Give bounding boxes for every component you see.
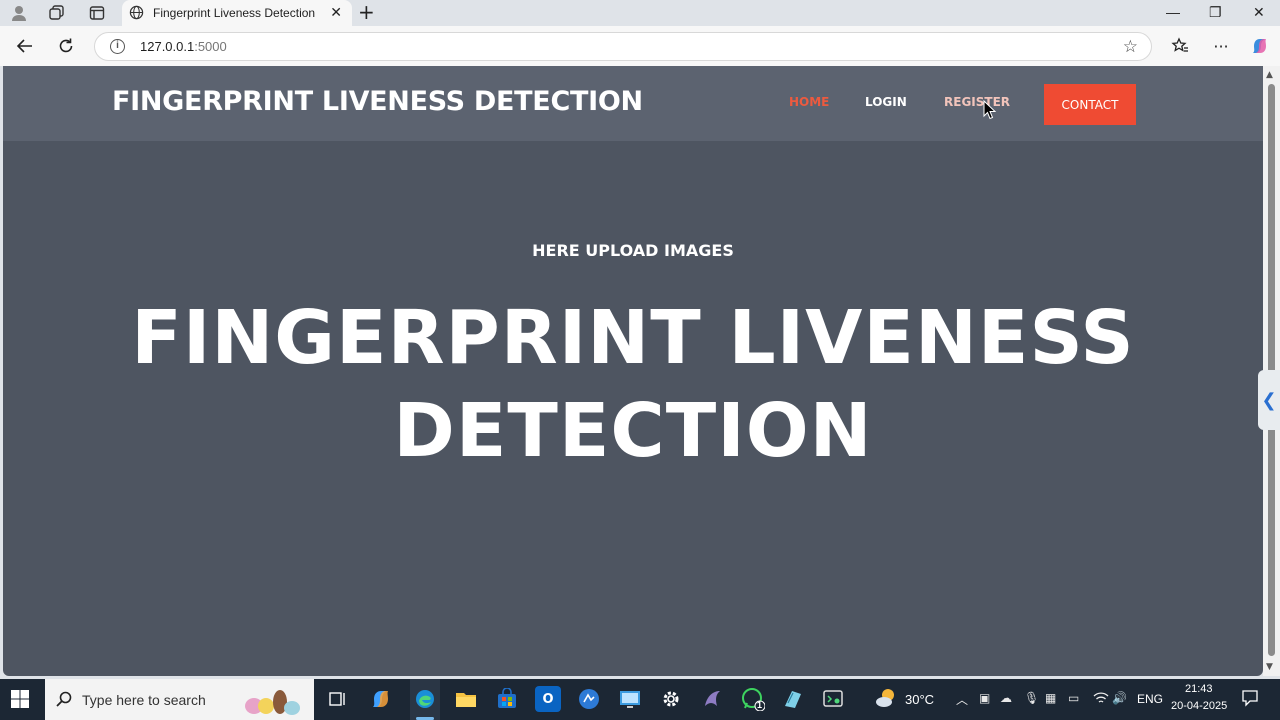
- file-explorer-icon[interactable]: [453, 686, 479, 712]
- clock-time[interactable]: 21:43: [1185, 683, 1213, 695]
- app-blue-circle-icon[interactable]: [576, 686, 602, 712]
- microsoft-store-icon[interactable]: [494, 686, 520, 712]
- battery-icon[interactable]: ▭: [1068, 691, 1079, 705]
- weather-icon[interactable]: [875, 687, 899, 712]
- windows-start-icon[interactable]: [10, 689, 30, 713]
- microphone-icon[interactable]: 🎙: [1024, 691, 1039, 705]
- notifications-icon[interactable]: [1241, 689, 1259, 710]
- more-options-icon[interactable]: ···: [1210, 35, 1232, 57]
- tab-actions-icon[interactable]: [86, 3, 108, 23]
- close-tab-icon[interactable]: ✕: [330, 5, 342, 21]
- windows-taskbar: Type here to search O 1 30°C ︿ ▣ ☁ 🎙 ▦ ▭…: [0, 679, 1280, 720]
- minimize-icon[interactable]: —: [1166, 3, 1180, 21]
- scroll-up-icon[interactable]: ▲: [1266, 70, 1273, 80]
- whatsapp-badge: 1: [757, 700, 763, 710]
- task-view-icon[interactable]: [324, 686, 350, 712]
- search-highlight-icon: [236, 684, 306, 716]
- site-header: FINGERPRINT LIVENESS DETECTION HOME LOGI…: [3, 66, 1263, 141]
- hero-title-line-1: FINGERPRINT LIVENESS: [131, 295, 1135, 381]
- network-tray-icon[interactable]: ▦: [1045, 691, 1056, 705]
- globe-icon: [129, 5, 144, 24]
- browser-tab-bar: Fingerprint Liveness Detection ✕ + — ❐ ✕: [0, 0, 1280, 26]
- onedrive-cloud-icon[interactable]: ☁: [1000, 691, 1012, 705]
- whatsapp-icon[interactable]: 1: [740, 686, 766, 712]
- url-text[interactable]: 127.0.0.1:5000: [140, 39, 227, 54]
- search-icon: [55, 690, 73, 712]
- taskbar-search-box[interactable]: Type here to search: [45, 679, 314, 720]
- copilot-app-icon[interactable]: [368, 686, 394, 712]
- nav-home-link[interactable]: HOME: [789, 95, 829, 109]
- show-hidden-icons-icon[interactable]: ︿: [956, 691, 968, 708]
- browser-toolbar: i 127.0.0.1:5000 ☆ ···: [0, 26, 1280, 66]
- clock-date[interactable]: 20-04-2025: [1171, 700, 1227, 712]
- refresh-icon[interactable]: [55, 35, 77, 57]
- remote-desktop-icon[interactable]: [617, 686, 643, 712]
- hero-title-line-2: DETECTION: [393, 388, 873, 474]
- dolphin-app-icon[interactable]: [699, 686, 725, 712]
- hero-subtitle: HERE UPLOAD IMAGES: [532, 241, 734, 260]
- copilot-icon[interactable]: [1249, 35, 1271, 57]
- tab-active[interactable]: Fingerprint Liveness Detection ✕: [122, 0, 352, 26]
- nav-contact-button[interactable]: CONTACT: [1044, 84, 1136, 125]
- favorite-star-icon[interactable]: ☆: [1123, 37, 1138, 57]
- notepad-app-icon[interactable]: [780, 686, 806, 712]
- nav-login-link[interactable]: LOGIN: [865, 95, 907, 109]
- site-brand[interactable]: FINGERPRINT LIVENESS DETECTION: [112, 86, 643, 117]
- edge-browser-icon[interactable]: [412, 686, 438, 712]
- profile-icon[interactable]: [8, 3, 30, 23]
- wifi-icon[interactable]: [1093, 691, 1109, 708]
- back-icon[interactable]: [14, 35, 36, 57]
- workspaces-icon[interactable]: [46, 3, 68, 23]
- restore-icon[interactable]: ❐: [1209, 3, 1222, 21]
- outlook-icon[interactable]: O: [535, 686, 561, 712]
- terminal-app-icon[interactable]: [820, 686, 846, 712]
- hero-title: FINGERPRINT LIVENESS DETECTION: [3, 292, 1263, 478]
- close-window-icon[interactable]: ✕: [1253, 3, 1265, 21]
- meet-now-icon[interactable]: ▣: [979, 691, 990, 705]
- site-info-icon[interactable]: i: [110, 39, 125, 54]
- nav-register-link[interactable]: REGISTER: [944, 95, 1010, 109]
- search-placeholder: Type here to search: [82, 692, 206, 708]
- new-tab-icon[interactable]: +: [358, 1, 375, 23]
- mouse-cursor-icon: [983, 99, 997, 124]
- address-bar[interactable]: i 127.0.0.1:5000 ☆: [94, 32, 1152, 61]
- favorites-icon[interactable]: [1169, 35, 1191, 57]
- language-indicator[interactable]: ENG: [1137, 692, 1163, 706]
- scroll-down-icon[interactable]: ▼: [1266, 662, 1273, 672]
- tab-title: Fingerprint Liveness Detection: [153, 6, 316, 20]
- weather-temperature[interactable]: 30°C: [905, 692, 934, 707]
- volume-icon[interactable]: 🔊: [1112, 691, 1127, 705]
- sidebar-expand-icon[interactable]: ❮: [1258, 370, 1280, 430]
- settings-gear-icon[interactable]: [658, 686, 684, 712]
- page-viewport: FINGERPRINT LIVENESS DETECTION HOME LOGI…: [3, 66, 1263, 676]
